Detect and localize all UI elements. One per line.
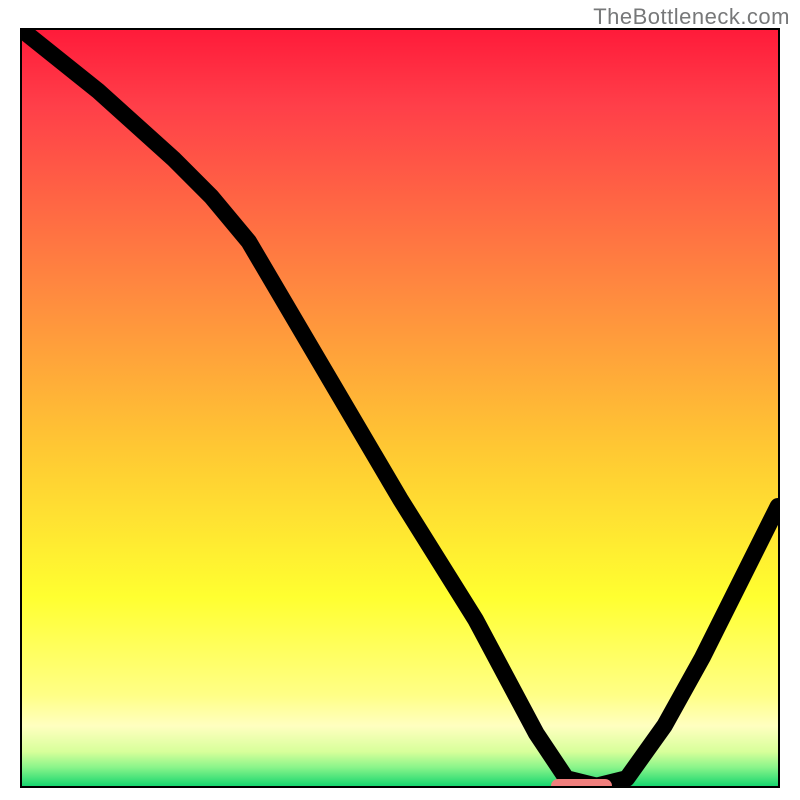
bottleneck-curve [22,30,778,786]
chart-svg [22,30,778,786]
chart-plot-area [20,28,780,788]
watermark-text: TheBottleneck.com [593,4,790,30]
sweet-spot-marker [551,779,611,788]
